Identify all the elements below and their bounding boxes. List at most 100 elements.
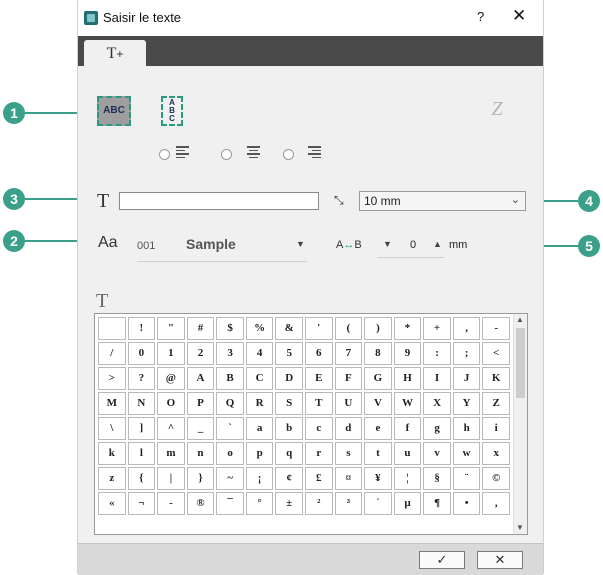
char-cell[interactable]: / [98,342,126,365]
char-cell[interactable]: µ [393,492,422,515]
char-cell[interactable]: w [452,442,481,465]
char-cell[interactable]: c [304,417,333,440]
char-cell[interactable]: ; [452,342,481,365]
char-cell[interactable]: Y [452,392,481,415]
char-cell[interactable]: e [364,417,392,440]
char-cell[interactable]: + [423,317,451,340]
char-cell[interactable]: ± [275,492,303,515]
char-cell[interactable]: | [157,467,185,490]
character-grid-scrollbar[interactable]: ▲ ▼ [513,314,527,534]
char-cell[interactable]: A [186,367,215,390]
char-cell[interactable]: J [452,367,481,390]
char-cell[interactable]: q [275,442,303,465]
scroll-thumb[interactable] [516,328,525,398]
spacing-value[interactable]: 0 [410,239,416,251]
char-cell[interactable]: 7 [334,342,363,365]
text-size-select[interactable]: 10 mm ⌄ [359,191,526,211]
char-cell[interactable]: H [393,367,422,390]
char-cell[interactable]: £ [304,467,333,490]
char-cell[interactable]: t [364,442,392,465]
spacing-decrease-button[interactable]: ▼ [383,239,392,249]
char-cell[interactable]: - [157,492,185,515]
char-cell[interactable]: ² [304,492,333,515]
char-cell[interactable]: b [275,417,303,440]
char-cell[interactable]: N [127,392,156,415]
char-cell[interactable]: ¬ [127,492,156,515]
char-cell[interactable]: C [245,367,274,390]
align-right-radio[interactable] [283,149,294,160]
char-cell[interactable]: ? [127,367,156,390]
char-cell[interactable]: U [334,392,363,415]
char-cell[interactable]: ° [245,492,274,515]
char-cell[interactable]: R [245,392,274,415]
font-name[interactable]: Sample [186,236,236,252]
char-cell[interactable]: p [245,442,274,465]
char-cell[interactable]: Z [482,392,510,415]
char-cell[interactable]: , [452,317,481,340]
cancel-button[interactable]: ✕ [477,551,523,569]
align-center-radio[interactable] [221,149,232,160]
char-cell[interactable]: « [98,492,126,515]
close-button[interactable]: ✕ [512,6,526,26]
char-cell[interactable]: u [393,442,422,465]
scroll-up-icon[interactable]: ▲ [516,315,524,324]
char-cell[interactable]: > [98,367,126,390]
char-cell[interactable]: 3 [216,342,244,365]
char-cell[interactable]: a [245,417,274,440]
char-cell[interactable]: ¶ [423,492,451,515]
tab-text-input[interactable]: T+ [84,40,146,66]
char-cell[interactable]: ^ [157,417,185,440]
char-cell[interactable]: 9 [393,342,422,365]
char-cell[interactable]: n [186,442,215,465]
char-cell[interactable]: ~ [216,467,244,490]
char-cell[interactable]: 8 [364,342,392,365]
char-cell[interactable]: * [393,317,422,340]
char-cell[interactable]: & [275,317,303,340]
char-cell[interactable]: % [245,317,274,340]
char-cell[interactable]: ' [304,317,333,340]
char-cell[interactable]: K [482,367,510,390]
char-cell[interactable]: 4 [245,342,274,365]
char-cell[interactable]: ¤ [334,467,363,490]
char-cell[interactable]: 1 [157,342,185,365]
char-cell[interactable]: S [275,392,303,415]
spacing-increase-button[interactable]: ▲ [433,239,442,249]
char-cell[interactable]: I [423,367,451,390]
char-cell[interactable]: T [304,392,333,415]
char-cell[interactable]: x [482,442,510,465]
char-cell[interactable]: s [334,442,363,465]
help-button[interactable]: ? [477,9,484,24]
char-cell[interactable]: § [423,467,451,490]
char-cell[interactable]: Q [216,392,244,415]
char-cell[interactable]: ! [127,317,156,340]
char-cell[interactable]: k [98,442,126,465]
char-cell[interactable]: v [423,442,451,465]
italic-icon[interactable]: Z [486,98,508,122]
char-cell[interactable]: @ [157,367,185,390]
char-cell[interactable]: g [423,417,451,440]
char-cell[interactable] [98,317,126,340]
char-cell[interactable]: d [334,417,363,440]
char-cell[interactable]: } [186,467,215,490]
scroll-down-icon[interactable]: ▼ [516,523,524,532]
char-cell[interactable]: ¦ [393,467,422,490]
char-cell[interactable]: O [157,392,185,415]
char-cell[interactable]: 5 [275,342,303,365]
char-cell[interactable]: < [482,342,510,365]
char-cell[interactable]: F [334,367,363,390]
char-cell[interactable]: ¨ [452,467,481,490]
char-cell[interactable]: " [157,317,185,340]
char-cell[interactable]: 0 [127,342,156,365]
char-cell[interactable]: ³ [334,492,363,515]
align-left-radio[interactable] [159,149,170,160]
vertical-text-button[interactable]: ABC [161,96,183,126]
font-dropdown-icon[interactable]: ▼ [296,239,305,249]
font-number[interactable]: 001 [137,240,155,252]
char-cell[interactable]: ] [127,417,156,440]
char-cell[interactable]: o [216,442,244,465]
fit-size-icon[interactable]: ⤡ [334,193,348,207]
char-cell[interactable]: ´ [364,492,392,515]
char-cell[interactable]: G [364,367,392,390]
char-cell[interactable]: P [186,392,215,415]
char-cell[interactable]: r [304,442,333,465]
